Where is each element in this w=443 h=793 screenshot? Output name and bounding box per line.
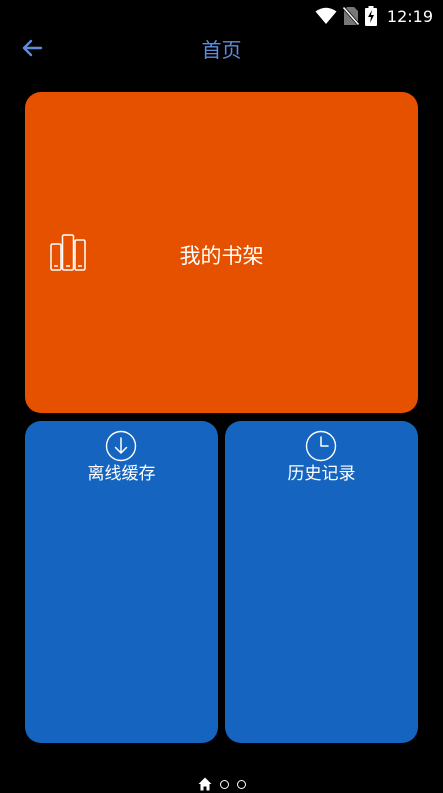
history-tile[interactable]: 历史记录 (225, 421, 418, 743)
offline-cache-tile[interactable]: 离线缓存 (25, 421, 218, 743)
app-bar: 首页 (0, 30, 443, 64)
battery-charging-icon (364, 6, 377, 26)
status-time: 12:19 (386, 6, 433, 26)
page-dot-icon[interactable] (219, 779, 229, 789)
bookshelf-tile[interactable]: 我的书架 (25, 92, 418, 413)
wifi-icon (315, 7, 337, 24)
home-icon[interactable] (198, 777, 212, 791)
offline-cache-label: 离线缓存 (87, 464, 156, 484)
download-circle-icon (105, 430, 137, 462)
page-indicator (0, 776, 443, 792)
status-bar: 12:19 (0, 0, 443, 32)
page-dot-icon[interactable] (236, 779, 246, 789)
clock-icon (305, 430, 337, 462)
no-sim-icon (342, 6, 359, 26)
status-icons: 12:19 (315, 6, 433, 26)
bookshelf-label: 我的书架 (179, 244, 264, 268)
page-title: 首页 (201, 38, 242, 62)
history-label: 历史记录 (287, 464, 356, 484)
